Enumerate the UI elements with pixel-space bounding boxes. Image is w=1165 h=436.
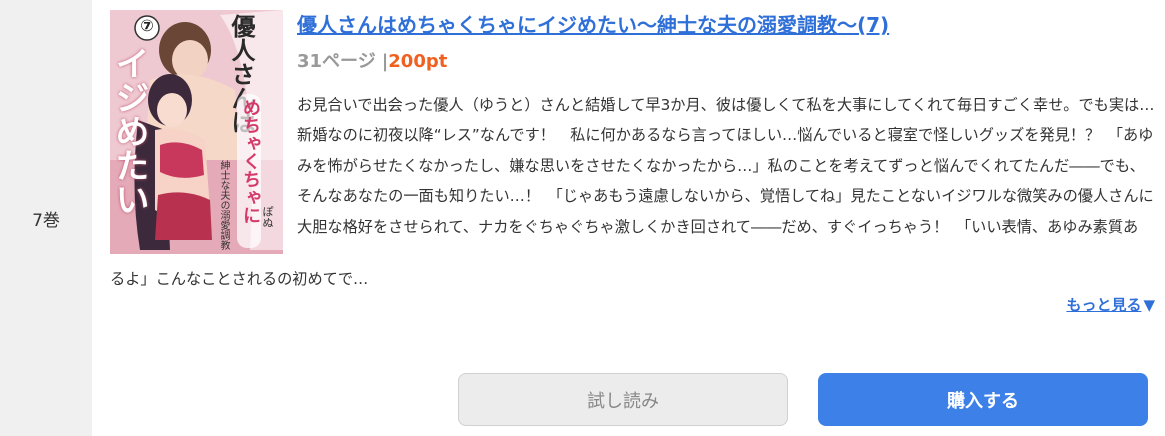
- book-title-link[interactable]: 優人さんはめちゃくちゃにイジめたい〜紳士な夫の溺愛調教〜(7): [297, 9, 1147, 38]
- book-cover[interactable]: ⑦ 優人さんは めちゃくちゃに イジめたい 紳士な夫の溺愛調教 ぽぬ: [110, 10, 283, 254]
- volume-column: 7巻: [0, 0, 92, 436]
- cover-subtitle: 紳士な夫の溺愛調教: [218, 160, 229, 250]
- description-part2: るよ」こんなことされるの初めてで…: [110, 270, 369, 288]
- triangle-down-icon: ▼: [1143, 296, 1155, 314]
- buy-button[interactable]: 購入する: [818, 373, 1148, 426]
- price: 200pt: [388, 51, 448, 72]
- description-part1: お見合いで出会った優人（ゆうと）さんと結婚して早3か月、彼は優しくて私を大事にし…: [297, 96, 1155, 236]
- show-more-link[interactable]: もっと見る ▼: [1066, 294, 1155, 315]
- cover-title-b: めちゃくちゃに: [237, 94, 261, 248]
- buy-label: 購入する: [947, 390, 1019, 412]
- volume-label: 7巻: [32, 211, 60, 231]
- trial-read-button[interactable]: 試し読み: [458, 373, 788, 426]
- trial-read-label: 試し読み: [587, 390, 659, 412]
- volume-row: 7巻 ⑦ 優人さんは めちゃくちゃに イジめたい 紳士な夫の溺愛調教 ぽぬ 優人…: [0, 0, 1165, 436]
- cover-title-c: イジめたい: [110, 46, 149, 216]
- page-count: 31ページ: [297, 51, 376, 72]
- cover-number: ⑦: [140, 16, 154, 35]
- show-more-label: もっと見る: [1066, 296, 1142, 314]
- book-meta: 31ページ |200pt: [297, 47, 447, 73]
- cover-author: ぽぬ: [261, 206, 274, 228]
